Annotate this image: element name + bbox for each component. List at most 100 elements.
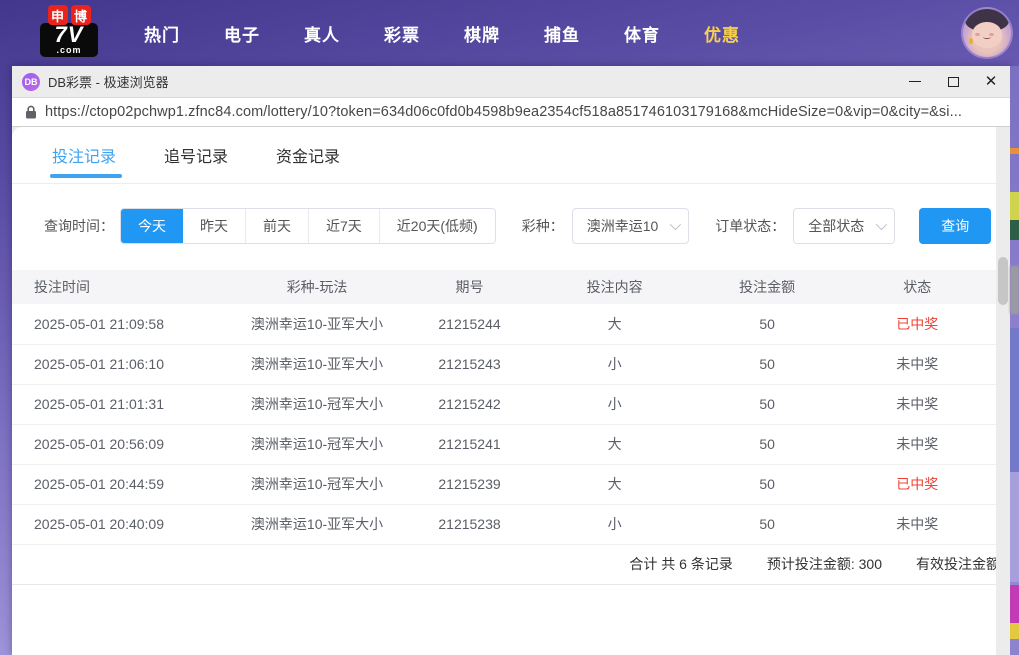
bet-time: 2025-05-01 21:01:31 [12,384,229,425]
time-option-7days[interactable]: 近7天 [308,209,379,243]
table-row: 2025-05-01 20:40:09 澳洲幸运10-亚军大小 21215238… [12,504,996,545]
lottery-filter-label: 彩种： [521,218,564,234]
nav-item-slots[interactable]: 电子 [224,21,260,46]
edge-fragment [1010,220,1019,240]
logo-suffix-text: .com [56,45,82,55]
table-header-row: 投注时间 彩种-玩法 期号 投注内容 投注金额 状态 [12,270,996,304]
time-filter-label: 查询时间： [44,218,114,234]
header-bet-content: 投注内容 [533,270,696,304]
window-titlebar[interactable]: DB DB彩票 - 极速浏览器 ✕ [12,66,1010,98]
bet-content: 大 [533,464,696,505]
user-avatar[interactable] [961,7,1013,59]
edge-fragment [1010,266,1019,314]
header-issue: 期号 [405,270,534,304]
table-row: 2025-05-01 20:56:09 澳洲幸运10-冠军大小 21215241… [12,424,996,465]
avatar-earring [969,38,973,44]
bet-time: 2025-05-01 21:09:58 [12,304,229,345]
game-play: 澳洲幸运10-亚军大小 [228,304,406,345]
edge-fragment [1010,472,1019,582]
minimize-icon [909,81,921,82]
avatar-blush [975,33,980,36]
nav-item-sports[interactable]: 体育 [624,21,660,46]
bet-amount: 50 [695,464,839,505]
status-filter-label: 订单状态： [715,218,786,234]
site-top-nav: 申 博 7V .com 热门 电子 真人 彩票 棋牌 捕鱼 体育 优惠 [0,0,1019,66]
nav-item-live[interactable]: 真人 [304,21,340,46]
address-bar[interactable]: https://ctop02pchwp1.zfnc84.com/lottery/… [12,98,1010,127]
bet-records-table: 投注时间 彩种-玩法 期号 投注内容 投注金额 状态 2025-05-01 21… [12,270,996,545]
nav-item-lottery[interactable]: 彩票 [384,21,420,46]
summary-total: 合计 共 6 条记录 [629,556,733,572]
issue-number: 21215239 [405,464,534,505]
table-row: 2025-05-01 21:09:58 澳洲幸运10-亚军大小 21215244… [12,304,996,345]
lock-icon [25,105,37,119]
nav-item-hot[interactable]: 热门 [144,21,180,46]
page-content: 投注记录 追号记录 资金记录 查询时间： 今天 昨天 前天 近7天 近20天(低… [12,127,1010,655]
site-logo[interactable]: 申 博 7V .com [38,5,100,61]
chevron-down-icon [670,218,682,231]
issue-number: 21215242 [405,384,534,425]
edge-fragment [1010,585,1019,623]
logo-main-text: 7V [54,22,84,47]
bet-status: 已中奖 [838,464,996,505]
nav-item-chess[interactable]: 棋牌 [464,21,500,46]
bet-status: 未中奖 [838,344,996,385]
game-play: 澳洲幸运10-冠军大小 [228,464,406,505]
scrollbar-thumb[interactable] [998,257,1008,305]
game-play: 澳洲幸运10-亚军大小 [228,504,406,545]
bet-status: 未中奖 [838,504,996,545]
tab-bet-records[interactable]: 投注记录 [49,127,123,183]
summary-valid-amount: 有效投注金额 [916,556,996,572]
order-status-value: 全部状态 [808,218,865,234]
time-range-group: 今天 昨天 前天 近7天 近20天(低频) [120,208,496,244]
avatar-hair-bun [967,9,980,20]
game-play: 澳洲幸运10-亚军大小 [228,344,406,385]
maximize-icon [947,76,959,87]
bet-content: 大 [533,424,696,465]
bet-time: 2025-05-01 20:40:09 [12,504,229,545]
background-page-edge [1010,66,1019,655]
query-button[interactable]: 查询 [919,208,992,244]
tab-chase-records[interactable]: 追号记录 [164,127,228,183]
bet-content: 小 [533,384,696,425]
game-play: 澳洲幸运10-冠军大小 [228,424,406,465]
time-option-today[interactable]: 今天 [121,209,183,243]
edge-fragment [1010,623,1019,639]
time-option-daybefore[interactable]: 前天 [245,209,308,243]
nav-item-fishing[interactable]: 捕鱼 [544,21,580,46]
bet-amount: 50 [695,384,839,425]
close-button[interactable]: ✕ [972,66,1010,97]
bet-amount: 50 [695,344,839,385]
summary-expected-amount: 预计投注金额: 300 [766,556,882,572]
nav-item-promo[interactable]: 优惠 [704,21,740,46]
minimize-button[interactable] [896,66,934,97]
time-option-20days[interactable]: 近20天(低频) [378,209,495,243]
time-option-yesterday[interactable]: 昨天 [183,209,245,243]
lottery-select-value: 澳洲幸运10 [586,218,659,234]
logo-badge-left: 申 [47,5,68,25]
lottery-select[interactable]: 澳洲幸运10 [571,208,690,244]
table-row: 2025-05-01 21:01:31 澳洲幸运10-冠军大小 21215242… [12,384,996,425]
bet-time: 2025-05-01 20:56:09 [12,424,229,465]
table-row: 2025-05-01 20:44:59 澳洲幸运10-冠军大小 21215239… [12,464,996,505]
browser-window: DB DB彩票 - 极速浏览器 ✕ https://ctop02pchwp1.z… [12,66,1010,655]
edge-fragment [1010,192,1019,220]
avatar-hair-bun [994,9,1007,20]
header-game-play: 彩种-玩法 [228,270,406,304]
url-text: https://ctop02pchwp1.zfnc84.com/lottery/… [45,104,962,120]
bet-time: 2025-05-01 20:44:59 [12,464,229,505]
page-scrollbar[interactable] [996,127,1010,655]
table-row: 2025-05-01 21:06:10 澳洲幸运10-亚军大小 21215243… [12,344,996,385]
logo-badge-right: 博 [70,5,91,25]
bet-content: 小 [533,344,696,385]
tab-fund-records[interactable]: 资金记录 [276,127,340,183]
bet-amount: 50 [695,424,839,465]
logo-wordmark: 7V .com [40,23,98,57]
site-nav-menu: 热门 电子 真人 彩票 棋牌 捕鱼 体育 优惠 [144,21,740,46]
bet-time: 2025-05-01 21:06:10 [12,344,229,385]
summary-bar: 合计 共 6 条记录 预计投注金额: 300 有效投注金额 [12,545,996,585]
maximize-button[interactable] [934,66,972,97]
bet-content: 小 [533,504,696,545]
order-status-select[interactable]: 全部状态 [793,208,896,244]
records-card: 投注记录 追号记录 资金记录 查询时间： 今天 昨天 前天 近7天 近20天(低… [12,127,1010,655]
